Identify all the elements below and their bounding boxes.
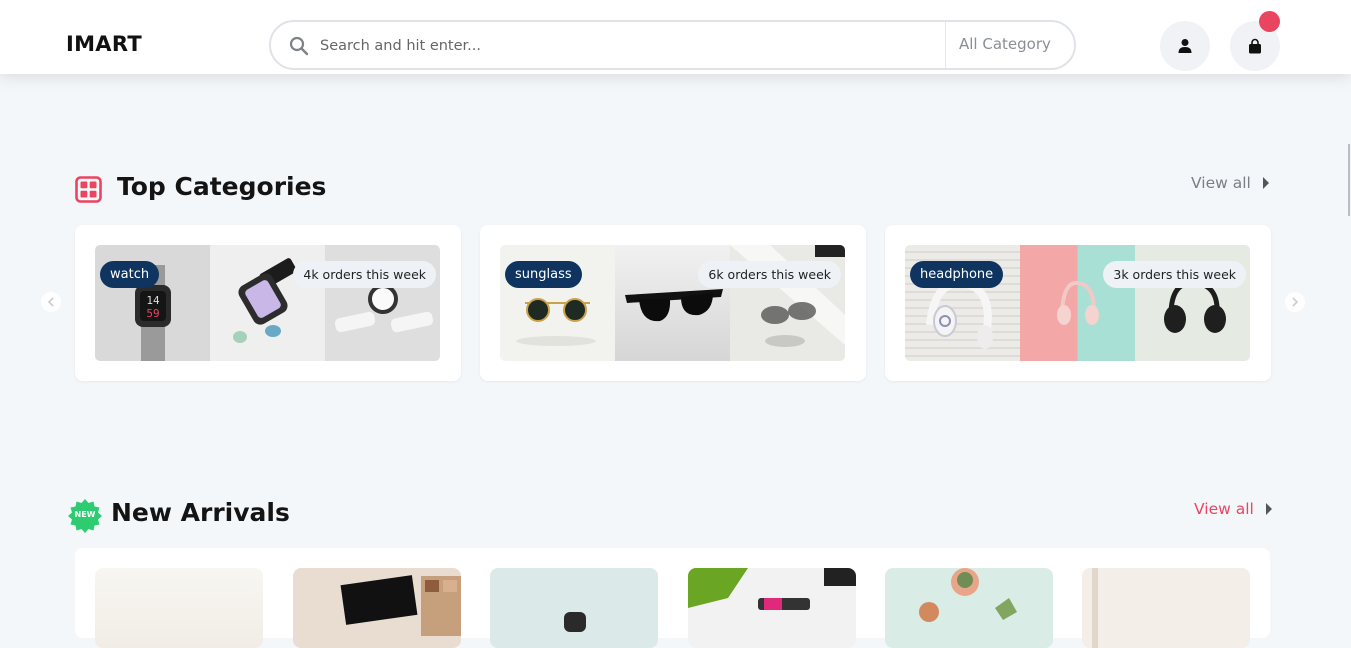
arrival-product-image[interactable] (490, 568, 658, 648)
scrollbar-thumb[interactable] (1348, 144, 1350, 216)
svg-text:59: 59 (146, 307, 159, 320)
category-tag: watch (100, 261, 160, 288)
grid-icon (75, 176, 102, 203)
search-input[interactable] (320, 34, 920, 58)
new-badge-label: NEW (74, 510, 96, 519)
svg-text:14: 14 (146, 294, 160, 307)
category-select[interactable]: All Category (959, 35, 1051, 53)
caret-right-icon (1262, 177, 1269, 189)
orders-badge: 6k orders this week (698, 261, 841, 288)
new-badge-icon: NEW (67, 498, 103, 534)
top-categories-view-all[interactable]: View all (1191, 174, 1269, 192)
category-card-watch[interactable]: 14 59 watch 4k orders this week (75, 225, 461, 381)
new-arrivals-view-all[interactable]: View all (1194, 500, 1272, 518)
shopping-bag-icon (1249, 38, 1261, 54)
search-bar[interactable]: All Category (269, 20, 1076, 70)
arrival-product-image[interactable] (688, 568, 856, 648)
category-tag: headphone (910, 261, 1004, 288)
chevron-left-icon (47, 297, 54, 307)
arrival-product-image[interactable] (1082, 568, 1250, 648)
arrival-product-image[interactable] (95, 568, 263, 648)
cart-count-badge (1259, 11, 1280, 32)
chevron-right-icon (1292, 297, 1299, 307)
carousel-next-button[interactable] (1285, 292, 1305, 312)
arrival-product-image[interactable] (885, 568, 1053, 648)
category-card-headphone[interactable]: headphone 3k orders this week (885, 225, 1271, 381)
carousel-prev-button[interactable] (41, 292, 61, 312)
top-categories-title: Top Categories (117, 172, 327, 201)
view-all-label: View all (1191, 174, 1251, 192)
user-icon (1178, 39, 1192, 53)
site-logo[interactable]: IMART (66, 32, 142, 56)
category-card-sunglass[interactable]: sunglass 6k orders this week (480, 225, 866, 381)
search-divider (945, 22, 946, 68)
new-arrivals-panel (75, 548, 1270, 648)
view-all-label: View all (1194, 500, 1254, 518)
category-tag: sunglass (505, 261, 582, 288)
top-header: IMART All Category (0, 0, 1351, 74)
caret-right-icon (1265, 503, 1272, 515)
orders-badge: 3k orders this week (1103, 261, 1246, 288)
account-button[interactable] (1160, 21, 1210, 71)
search-icon (289, 36, 309, 56)
orders-badge: 4k orders this week (293, 261, 436, 288)
new-arrivals-title: New Arrivals (111, 498, 290, 527)
arrival-product-image[interactable] (293, 568, 461, 648)
